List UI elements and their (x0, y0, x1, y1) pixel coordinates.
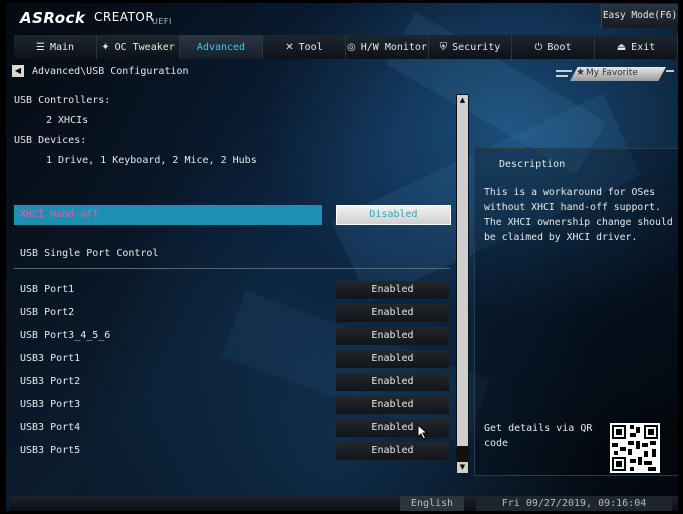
tab-label: Main (49, 41, 75, 53)
tab-oc-tweaker[interactable]: ✦ OC Tweaker (97, 35, 180, 59)
tab-label: OC Tweaker (114, 41, 175, 53)
setting-label: USB3 Port4 (20, 422, 81, 433)
mouse-pointer-icon (417, 424, 429, 440)
setting-label: USB3 Port2 (20, 376, 81, 387)
usb-devices-label: USB Devices: (14, 135, 87, 146)
tab-label: H/W Monitor (360, 41, 427, 53)
usb-devices-value: 1 Drive, 1 Keyboard, 2 Mice, 2 Hubs (46, 155, 257, 166)
tab-label: Advanced (196, 41, 246, 53)
speed-line (556, 75, 568, 77)
setting-usb3-port1[interactable]: USB3 Port1 Enabled (14, 349, 456, 369)
setting-value[interactable]: Enabled (336, 442, 449, 460)
breadcrumb: ◀ Advanced\USB Configuration (12, 65, 189, 77)
shield-icon: ⛨ (439, 41, 448, 53)
speed-line (556, 70, 572, 72)
firmware-label: UEFI (152, 17, 172, 26)
setting-value[interactable]: Enabled (336, 304, 449, 322)
date-time: Fri 09/27/2019, 09:16:04 (476, 496, 672, 511)
setting-label: USB3 Port1 (20, 353, 81, 364)
setting-value[interactable]: Enabled (336, 281, 449, 299)
tab-label: Security (452, 41, 501, 53)
setting-usb3-port4[interactable]: USB3 Port4 Enabled (14, 418, 456, 438)
menu-icon: ☰ (35, 41, 45, 53)
setting-value[interactable]: Enabled (336, 373, 449, 391)
rocket-icon: ✦ (101, 41, 110, 53)
usb-controllers-value: 2 XHCIs (46, 115, 89, 126)
exit-icon: ⏏ (616, 41, 627, 53)
usb-controllers-label: USB Controllers: (14, 95, 111, 106)
tab-label: Boot (547, 41, 572, 53)
tab-label: Tool (298, 41, 323, 53)
scrollbar[interactable]: ▲ ▼ (456, 94, 469, 474)
language-button[interactable]: English (400, 496, 464, 511)
settings-panel: USB Controllers: 2 XHCIs USB Devices: 1 … (14, 91, 456, 259)
easy-mode-button[interactable]: Easy Mode(F6) (601, 4, 678, 28)
setting-usb-port2[interactable]: USB Port2 Enabled (14, 303, 456, 323)
setting-usb-port1[interactable]: USB Port1 Enabled (14, 280, 456, 300)
tab-advanced[interactable]: Advanced (180, 35, 263, 59)
description-text: This is a workaround for OSes without XH… (484, 187, 673, 243)
setting-xhci-handoff[interactable]: XHCI Hand-off Disabled (14, 205, 456, 225)
setting-usb-port3456[interactable]: USB Port3_4_5_6 Enabled (14, 326, 456, 346)
setting-usb3-port2[interactable]: USB3 Port2 Enabled (14, 372, 456, 392)
setting-label: USB3 Port5 (20, 445, 81, 456)
setting-value[interactable]: Enabled (336, 350, 449, 368)
setting-value[interactable]: Enabled (336, 419, 449, 437)
tab-boot[interactable]: ⏻ Boot (512, 35, 595, 59)
scrollbar-thumb[interactable] (457, 106, 468, 446)
setting-label: XHCI Hand-off (20, 209, 99, 220)
brand-logo: ASRock (20, 9, 86, 27)
top-bar: ASRock CREATOR UEFI Easy Mode(F6) (6, 3, 678, 31)
setting-usb3-port3[interactable]: USB3 Port3 Enabled (14, 395, 456, 415)
section-divider (14, 268, 450, 269)
breadcrumb-path: Advanced\USB Configuration (32, 65, 189, 77)
tab-security[interactable]: ⛨ Security (429, 35, 512, 59)
setting-value[interactable]: Enabled (336, 327, 449, 345)
tab-tool[interactable]: ✕ Tool (263, 35, 346, 59)
setting-value[interactable]: Disabled (336, 205, 451, 225)
bios-screen: ASRock CREATOR UEFI Easy Mode(F6) ☰ Main … (6, 3, 678, 511)
back-arrow-icon[interactable]: ◀ (12, 65, 24, 77)
setting-label: USB Port2 (20, 307, 75, 318)
status-bar: English Fri 09/27/2019, 09:16:04 (10, 496, 678, 511)
scroll-up-icon[interactable]: ▲ (457, 95, 468, 106)
setting-label: USB Port3_4_5_6 (20, 330, 111, 341)
setting-label: USB3 Port3 (20, 399, 81, 410)
setting-single-port-control[interactable]: USB Single Port Control (14, 244, 456, 264)
setting-value[interactable]: Enabled (336, 396, 449, 414)
monitor-icon: ◎ (347, 41, 356, 53)
tab-label: Exit (631, 41, 656, 53)
my-favorite-button[interactable]: ★ My Favorite (556, 66, 674, 83)
main-tabs: ☰ Main ✦ OC Tweaker Advanced ✕ Tool ◎ H/W Mo… (14, 35, 678, 59)
tab-main[interactable]: ☰ Main (14, 35, 97, 59)
star-icon: ★ (576, 67, 585, 78)
tab-exit[interactable]: ⏏ Exit (595, 35, 678, 59)
scroll-down-icon[interactable]: ▼ (457, 462, 468, 473)
setting-label: USB Single Port Control (20, 248, 159, 259)
qr-code-icon (610, 423, 660, 473)
power-icon: ⏻ (534, 41, 543, 53)
tab-hw-monitor[interactable]: ◎ H/W Monitor (346, 35, 429, 59)
setting-label: USB Port1 (20, 284, 75, 295)
description-panel: Description This is a workaround for OSe… (474, 148, 678, 476)
product-name: CREATOR (94, 10, 155, 24)
favorite-label: My Favorite (586, 68, 638, 78)
description-title: Description (499, 159, 566, 170)
tools-icon: ✕ (285, 41, 294, 53)
setting-usb3-port5[interactable]: USB3 Port5 Enabled (14, 441, 456, 461)
speed-line (666, 70, 674, 72)
qr-label: Get details via QR code (484, 423, 593, 449)
